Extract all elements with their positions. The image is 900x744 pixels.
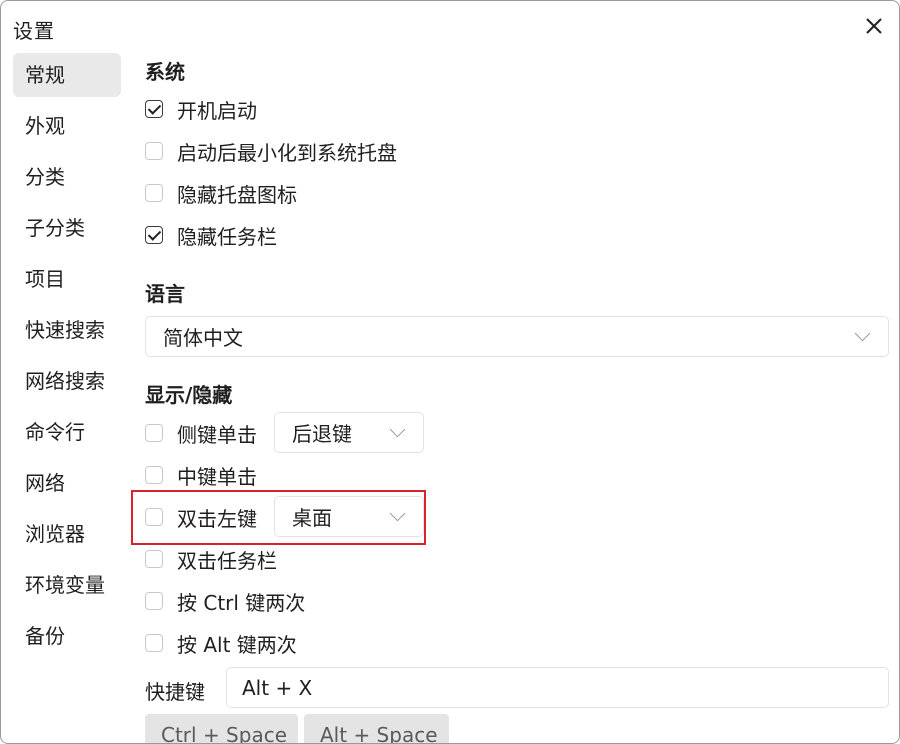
option-middle-click[interactable]: 中键单击	[145, 460, 257, 490]
ctrl-twice-checkbox[interactable]	[145, 592, 163, 610]
hotkey-input[interactable]: Alt + X	[226, 667, 889, 708]
option-alt-twice[interactable]: 按 Alt 键两次	[145, 628, 297, 658]
chevron-down-icon	[389, 505, 406, 522]
double-left-click-label: 双击左键	[177, 506, 257, 531]
window-title: 设置	[13, 19, 55, 43]
sidebar-item-env-vars[interactable]: 环境变量	[13, 563, 121, 607]
side-click-checkbox[interactable]	[145, 424, 163, 442]
sidebar-item-appearance[interactable]: 外观	[13, 104, 121, 148]
option-hide-taskbar[interactable]: 隐藏任务栏	[145, 220, 277, 250]
double-left-click-checkbox[interactable]	[145, 508, 163, 526]
startup-label: 开机启动	[177, 98, 257, 123]
sidebar-item-category[interactable]: 分类	[13, 155, 121, 199]
hide-taskbar-checkbox[interactable]	[145, 226, 163, 244]
middle-click-label: 中键单击	[177, 464, 257, 489]
hide-tray-icon-checkbox[interactable]	[145, 184, 163, 202]
sidebar-item-web-search[interactable]: 网络搜索	[13, 359, 121, 403]
hotkey-preset-alt-space[interactable]: Alt + Space	[304, 714, 449, 743]
double-left-click-action-value: 桌面	[292, 506, 332, 530]
hide-taskbar-label: 隐藏任务栏	[177, 224, 277, 249]
option-double-click-taskbar[interactable]: 双击任务栏	[145, 544, 277, 574]
chevron-down-icon	[854, 325, 871, 342]
side-click-label: 侧键单击	[177, 422, 257, 447]
sidebar-item-backup[interactable]: 备份	[13, 614, 121, 658]
double-left-click-action-select[interactable]: 桌面	[274, 496, 424, 537]
section-title-language: 语言	[145, 282, 185, 306]
option-startup[interactable]: 开机启动	[145, 94, 257, 124]
sidebar-item-items[interactable]: 项目	[13, 257, 121, 301]
minimize-to-tray-checkbox[interactable]	[145, 142, 163, 160]
option-double-left-click[interactable]: 双击左键	[145, 502, 257, 532]
startup-checkbox[interactable]	[145, 100, 163, 118]
language-select-value: 简体中文	[163, 326, 243, 350]
option-hide-tray-icon[interactable]: 隐藏托盘图标	[145, 178, 297, 208]
hide-tray-icon-label: 隐藏托盘图标	[177, 182, 297, 207]
option-side-click[interactable]: 侧键单击	[145, 418, 257, 448]
ctrl-twice-label: 按 Ctrl 键两次	[177, 590, 306, 615]
chevron-down-icon	[389, 421, 406, 438]
sidebar-item-browser[interactable]: 浏览器	[13, 512, 121, 556]
section-title-display: 显示/隐藏	[145, 383, 233, 407]
close-icon[interactable]	[861, 13, 887, 39]
sidebar-item-general[interactable]: 常规	[13, 53, 121, 97]
sidebar-item-quick-search[interactable]: 快速搜索	[13, 308, 121, 352]
hotkey-preset-ctrl-space[interactable]: Ctrl + Space	[145, 714, 298, 743]
side-click-action-select[interactable]: 后退键	[274, 412, 424, 453]
option-ctrl-twice[interactable]: 按 Ctrl 键两次	[145, 586, 305, 616]
settings-window: 设置 常规 外观 分类 子分类 项目 快速搜索 网络搜索 命令行 网络 浏览器 …	[0, 0, 900, 744]
section-title-system: 系统	[145, 60, 185, 84]
alt-twice-label: 按 Alt 键两次	[177, 632, 297, 657]
language-select[interactable]: 简体中文	[145, 316, 889, 357]
close-button[interactable]	[861, 13, 887, 39]
middle-click-checkbox[interactable]	[145, 466, 163, 484]
sidebar-item-network[interactable]: 网络	[13, 461, 121, 505]
hotkey-label: 快捷键	[145, 680, 205, 704]
sidebar-item-command-line[interactable]: 命令行	[13, 410, 121, 454]
sidebar-item-subcategory[interactable]: 子分类	[13, 206, 121, 250]
double-click-taskbar-checkbox[interactable]	[145, 550, 163, 568]
double-click-taskbar-label: 双击任务栏	[177, 548, 277, 573]
option-minimize-to-tray[interactable]: 启动后最小化到系统托盘	[145, 136, 397, 166]
alt-twice-checkbox[interactable]	[145, 634, 163, 652]
sidebar-nav: 常规 外观 分类 子分类 项目 快速搜索 网络搜索 命令行 网络 浏览器 环境变…	[13, 53, 121, 665]
side-click-action-value: 后退键	[292, 422, 352, 446]
minimize-to-tray-label: 启动后最小化到系统托盘	[177, 140, 397, 165]
